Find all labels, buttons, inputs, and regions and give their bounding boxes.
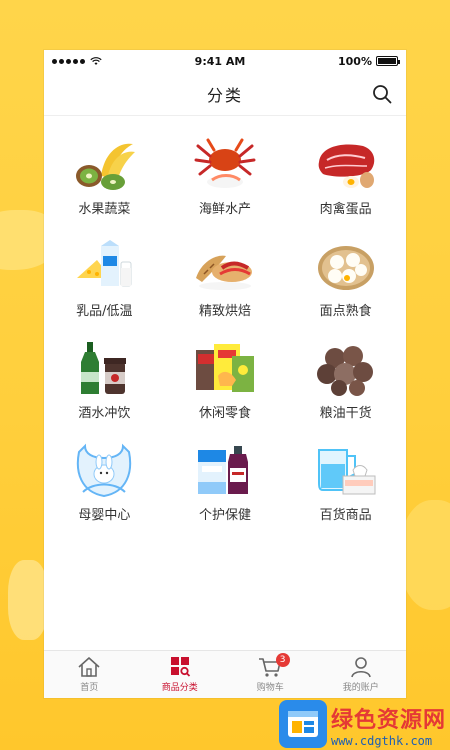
category-bakery[interactable]: 精致烘焙: [165, 238, 286, 322]
dairy-icon: [77, 240, 132, 287]
watermark-logo-icon: [278, 700, 327, 748]
category-label: 个护保健: [198, 508, 251, 523]
status-bar: 9:41 AM 100%: [44, 50, 406, 72]
category-meat-egg[interactable]: 肉禽蛋品: [285, 136, 406, 220]
watermark-url: www.cdgthk.com: [330, 734, 433, 748]
battery-icon: [375, 56, 400, 66]
account-icon: [350, 657, 371, 678]
tab-home[interactable]: 首页: [44, 651, 135, 698]
category-label: 水果蔬菜: [78, 202, 131, 217]
category-label: 酒水冲饮: [78, 406, 131, 421]
navigation-bar: 分类: [44, 72, 406, 116]
tab-cart[interactable]: 3 购物车: [225, 651, 316, 698]
bg-blob: [8, 560, 48, 640]
battery-percent: 100%: [338, 54, 372, 68]
category-fruit-vegetable[interactable]: 水果蔬菜: [44, 136, 165, 220]
category-label: 海鲜水产: [198, 202, 251, 217]
watermark: 绿色资源网 www.cdgthk.com: [278, 700, 446, 748]
category-label: 粮油干货: [319, 406, 372, 421]
cart-badge: 3: [275, 653, 290, 667]
category-label: 母婴中心: [78, 508, 131, 523]
search-icon[interactable]: [372, 84, 392, 104]
category-label: 休闲零食: [198, 406, 251, 421]
dry-goods-icon: [316, 346, 373, 396]
tab-account[interactable]: 我的账户: [316, 651, 407, 698]
category-label: 百货商品: [319, 508, 372, 523]
status-time: 9:41 AM: [194, 54, 246, 68]
phone-screen: 9:41 AM 100% 分类 水果蔬菜 海鲜水产 肉禽蛋品 乳品/低温 精致烘…: [44, 50, 406, 698]
category-label: 精致烘焙: [198, 304, 251, 319]
bakery-icon: [195, 255, 252, 290]
bg-blob: [400, 500, 450, 610]
household-goods-icon: [317, 449, 376, 495]
category-household[interactable]: 百货商品: [285, 442, 406, 526]
fruit-vegetable-icon: [76, 143, 136, 190]
home-icon: [78, 657, 100, 677]
wifi-icon: [90, 56, 102, 65]
category-icon: [170, 657, 190, 677]
category-label: 肉禽蛋品: [319, 202, 372, 217]
category-baby[interactable]: 母婴中心: [44, 442, 165, 526]
tab-label: 商品分类: [161, 683, 198, 693]
bottom-tab-bar: 首页 商品分类 3 购物车 我的账户: [44, 650, 406, 698]
drinks-icon: [81, 342, 127, 394]
category-health-care[interactable]: 个护保健: [165, 442, 286, 526]
category-label: 乳品/低温: [76, 304, 133, 319]
snacks-icon: [195, 344, 254, 392]
category-label: 面点熟食: [319, 304, 372, 319]
tab-categories[interactable]: 商品分类: [135, 651, 226, 698]
category-dry-goods[interactable]: 粮油干货: [285, 340, 406, 424]
tab-label: 购物车: [256, 683, 284, 693]
meat-egg-icon: [318, 144, 374, 188]
page-title: 分类: [206, 85, 243, 105]
watermark-title: 绿色资源网: [330, 708, 446, 733]
signal-indicator: [52, 56, 102, 66]
category-snacks[interactable]: 休闲零食: [165, 340, 286, 424]
tab-label: 我的账户: [342, 683, 379, 693]
category-drinks[interactable]: 酒水冲饮: [44, 340, 165, 424]
category-dairy[interactable]: 乳品/低温: [44, 238, 165, 322]
health-care-icon: [197, 446, 248, 494]
category-buns[interactable]: 面点熟食: [285, 238, 406, 322]
category-grid: 水果蔬菜 海鲜水产 肉禽蛋品 乳品/低温 精致烘焙 面点熟食 酒水冲饮 休闲零食…: [44, 116, 406, 526]
seafood-crab-icon: [194, 138, 256, 188]
category-seafood[interactable]: 海鲜水产: [165, 136, 286, 220]
buns-icon: [317, 246, 374, 290]
baby-bib-icon: [77, 443, 132, 498]
tab-label: 首页: [80, 683, 99, 693]
